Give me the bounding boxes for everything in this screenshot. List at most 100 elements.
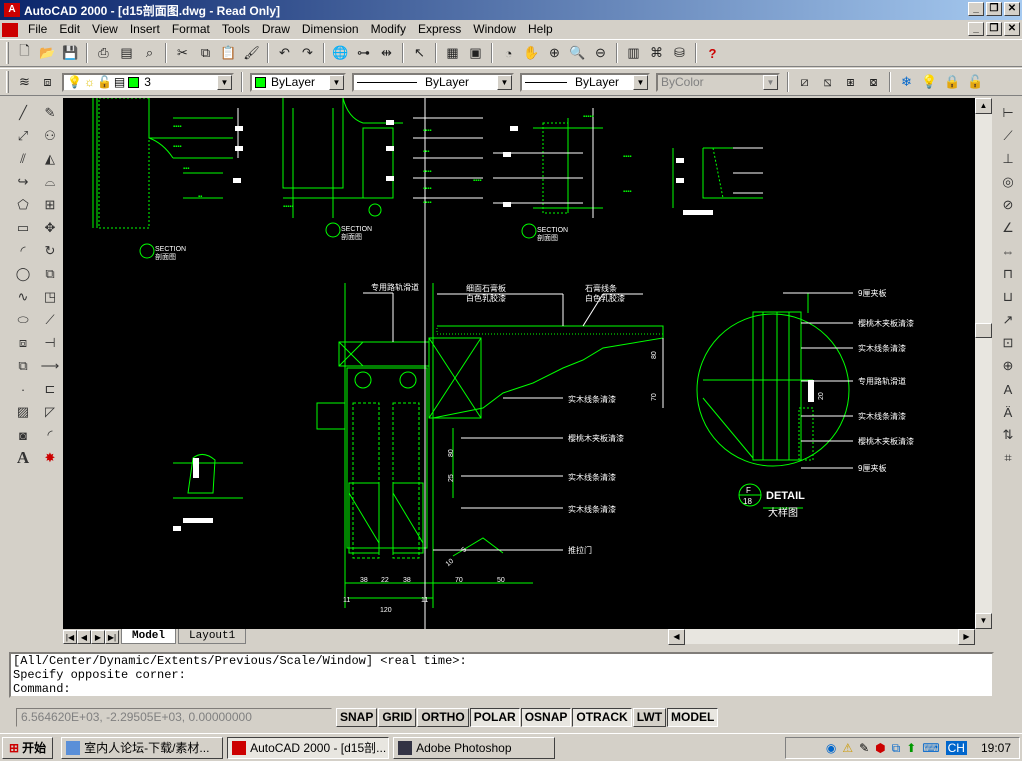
dbconnect-icon[interactable]: ⛁ xyxy=(668,42,691,64)
ucs-icon[interactable]: ↖ xyxy=(408,42,431,64)
snap-toggle[interactable]: SNAP xyxy=(336,707,378,727)
chevron-down-icon[interactable]: ▼ xyxy=(497,74,512,90)
ordinate-dim-icon[interactable]: ⊥ xyxy=(996,148,1020,170)
layer-lock-icon[interactable]: 🔒 xyxy=(941,71,964,93)
doc-close-button[interactable]: ✕ xyxy=(1004,22,1020,36)
osnap-flyout-icon[interactable]: ⇹ xyxy=(375,42,398,64)
doc-restore-button[interactable]: ❐ xyxy=(986,22,1002,36)
task-photoshop[interactable]: Adobe Photoshop xyxy=(393,736,556,759)
otrack-toggle[interactable]: OTRACK xyxy=(572,707,632,727)
open-icon[interactable]: 📂 xyxy=(36,42,59,64)
express-layer-4-icon[interactable]: ⧇ xyxy=(862,71,885,93)
menu-draw[interactable]: Draw xyxy=(256,20,296,39)
next-tab-icon[interactable]: ▶ xyxy=(91,629,105,644)
layer-dropdown[interactable]: 💡 ☼ 🔓 ▤ 3 ▼ xyxy=(62,72,234,92)
doc-minimize-button[interactable]: _ xyxy=(968,22,984,36)
angular-dim-icon[interactable]: ∠ xyxy=(996,217,1020,239)
scroll-down-icon[interactable]: ▼ xyxy=(975,613,992,629)
print-preview-icon[interactable]: ▤ xyxy=(115,42,138,64)
viewports-icon[interactable]: ▣ xyxy=(464,42,487,64)
array-icon[interactable]: ⊞ xyxy=(38,194,62,216)
erase-icon[interactable]: ✎ xyxy=(38,102,62,124)
zoom-window-icon[interactable]: 🔍 xyxy=(566,42,589,64)
insert-block-icon[interactable]: ⧈ xyxy=(11,332,35,354)
tolerance-icon[interactable]: ⊡ xyxy=(996,332,1020,354)
start-button[interactable]: ⊞ 开始 xyxy=(2,736,54,759)
tracking-icon[interactable]: ⊶ xyxy=(352,42,375,64)
stretch-icon[interactable]: ◳ xyxy=(38,286,62,308)
make-object-layer-current-icon[interactable]: ⧈ xyxy=(36,71,59,93)
trim-icon[interactable]: ⊣ xyxy=(38,332,62,354)
minimize-button[interactable]: _ xyxy=(968,2,984,16)
offset-icon[interactable]: ⌓ xyxy=(38,171,62,193)
redo-icon[interactable]: ↷ xyxy=(296,42,319,64)
named-views-icon[interactable]: ▦ xyxy=(441,42,464,64)
properties-icon[interactable]: ▥ xyxy=(622,42,645,64)
tab-model[interactable]: Model xyxy=(121,629,177,644)
warning-tray-icon[interactable]: ⚠ xyxy=(842,741,853,755)
move-icon[interactable]: ✥ xyxy=(38,217,62,239)
region-icon[interactable]: ◙ xyxy=(11,424,35,446)
rectangle-icon[interactable]: ▭ xyxy=(11,217,35,239)
menu-help[interactable]: Help xyxy=(522,20,559,39)
clock[interactable]: 19:07 xyxy=(981,741,1011,755)
spline-icon[interactable]: ∿ xyxy=(11,286,35,308)
layer-on-icon[interactable]: 💡 xyxy=(918,71,941,93)
snowflake-icon[interactable]: ❄ xyxy=(895,71,918,93)
lineweight-dropdown[interactable]: ByLayer ▼ xyxy=(520,72,650,92)
3d-orbit-icon[interactable]: ◔ xyxy=(497,42,520,64)
line-icon[interactable]: ╱ xyxy=(11,102,35,124)
command-window[interactable]: [All/Center/Dynamic/Extents/Previous/Sca… xyxy=(9,652,994,698)
osnap-toggle[interactable]: OSNAP xyxy=(520,707,572,727)
prev-tab-icon[interactable]: ◀ xyxy=(77,629,91,644)
print-icon[interactable]: ⎙ xyxy=(92,42,115,64)
baseline-dim-icon[interactable]: ⊓ xyxy=(996,263,1020,285)
layer-unlock-icon[interactable]: 🔓 xyxy=(964,71,987,93)
continue-dim-icon[interactable]: ⊔ xyxy=(996,286,1020,308)
menu-window[interactable]: Window xyxy=(467,20,522,39)
chevron-down-icon[interactable]: ▼ xyxy=(633,74,648,90)
task-forum-browser[interactable]: 室内人论坛-下载/素材... xyxy=(61,736,224,759)
lengthen-icon[interactable]: ⟋ xyxy=(38,309,62,331)
fillet-icon[interactable]: ◜ xyxy=(38,424,62,446)
green-tray-icon[interactable]: ⬆ xyxy=(906,741,916,755)
scroll-up-icon[interactable]: ▲ xyxy=(975,98,992,114)
aligned-dim-icon[interactable]: ⟋ xyxy=(996,125,1020,147)
last-tab-icon[interactable]: ▶| xyxy=(105,629,119,644)
document-icon[interactable] xyxy=(2,22,18,37)
design-center-icon[interactable]: ⌘ xyxy=(645,42,668,64)
menu-modify[interactable]: Modify xyxy=(365,20,412,39)
command-prompt[interactable]: Command: xyxy=(13,682,992,696)
chamfer-icon[interactable]: ◸ xyxy=(38,401,62,423)
help-icon[interactable]: ? xyxy=(701,42,724,64)
task-autocad[interactable]: AutoCAD 2000 - [d15剖... xyxy=(227,736,390,759)
save-icon[interactable]: 💾 xyxy=(59,42,82,64)
paste-icon[interactable]: 📋 xyxy=(217,42,240,64)
radius-dim-icon[interactable]: ◎ xyxy=(996,171,1020,193)
hatch-icon[interactable]: ▨ xyxy=(11,401,35,423)
menu-file[interactable]: File xyxy=(22,20,53,39)
multiline-text-icon[interactable]: A xyxy=(11,447,35,469)
zoom-previous-icon[interactable]: ⊖ xyxy=(589,42,612,64)
center-mark-icon[interactable]: ⊕ xyxy=(996,355,1020,377)
color-dropdown[interactable]: ByLayer ▼ xyxy=(250,72,346,92)
hyperlink-icon[interactable]: 🌐 xyxy=(329,42,352,64)
dim-edit-icon[interactable]: A xyxy=(996,378,1020,400)
grid-toggle[interactable]: GRID xyxy=(378,707,417,727)
express-layer-3-icon[interactable]: ⧆ xyxy=(839,71,862,93)
construction-line-icon[interactable]: ⤢ xyxy=(11,125,35,147)
vertical-scrollbar[interactable]: ▲ ▼ xyxy=(975,98,992,629)
polyline-icon[interactable]: ↪ xyxy=(11,171,35,193)
coordinate-display[interactable]: 6.564620E+03, -2.29505E+03, 0.00000000 xyxy=(16,707,332,727)
copy-icon[interactable]: ⧉ xyxy=(194,42,217,64)
menu-dimension[interactable]: Dimension xyxy=(296,20,365,39)
undo-icon[interactable]: ↶ xyxy=(273,42,296,64)
plotstyle-dropdown[interactable]: ByColor ▼ xyxy=(656,72,780,92)
scroll-left-icon[interactable]: ◀ xyxy=(668,629,685,645)
zoom-realtime-icon[interactable]: ⊕ xyxy=(543,42,566,64)
first-tab-icon[interactable]: |◀ xyxy=(63,629,77,644)
explode-icon[interactable]: ✸ xyxy=(38,447,62,469)
notes-tray-icon[interactable]: ✎ xyxy=(859,741,869,755)
cut-icon[interactable]: ✂ xyxy=(171,42,194,64)
menu-tools[interactable]: Tools xyxy=(216,20,256,39)
